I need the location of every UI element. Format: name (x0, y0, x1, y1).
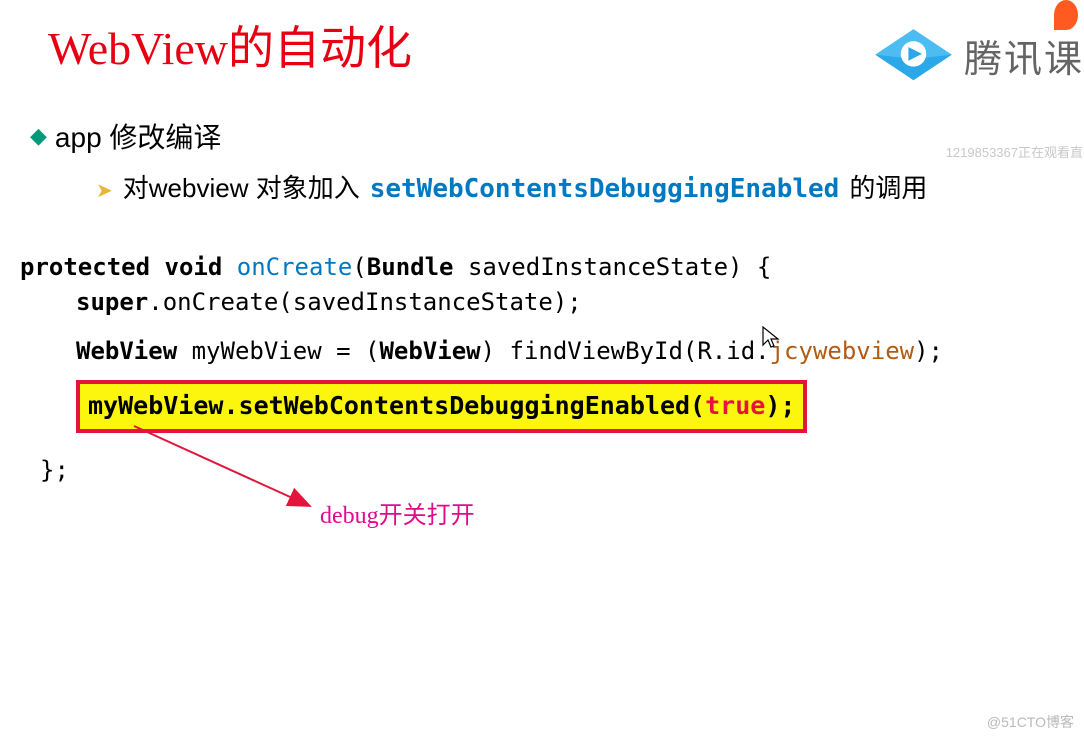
watermark-bottom: @51CTO博客 (987, 712, 1074, 732)
logo-text: 腾讯课 (964, 28, 1084, 83)
code-line-2: super.onCreate(savedInstanceState); (20, 285, 1084, 320)
highlighted-code-line: myWebView.setWebContentsDebuggingEnabled… (76, 380, 807, 432)
code-line-3: WebView myWebView = (WebView) findViewBy… (20, 334, 1084, 369)
tencent-logo: 腾讯课 (871, 25, 1084, 85)
bullet-level-2: ➤ 对webview 对象加入 setWebContentsDebuggingE… (0, 156, 1084, 205)
bullet-level-1: ◆ app 修改编译 (0, 78, 1084, 156)
play-icon (871, 25, 956, 85)
annotation-text: debug开关打开 (320, 495, 475, 530)
bullet1-text: app 修改编译 (55, 116, 222, 156)
chevron-right-icon: ➤ (96, 178, 113, 203)
diamond-bullet-icon: ◆ (30, 123, 47, 149)
bullet2-pre: 对webview 对象加入 (123, 168, 360, 205)
code-close: }; (20, 453, 1084, 488)
bullet2-code: setWebContentsDebuggingEnabled (370, 174, 840, 204)
red-badge-icon (1054, 0, 1078, 30)
watermark-top: 1219853367正在观看直 (946, 142, 1083, 161)
code-line-1: protected void onCreate(Bundle savedInst… (20, 250, 1084, 285)
bullet2-post: 的调用 (849, 168, 927, 205)
code-block: protected void onCreate(Bundle savedInst… (20, 250, 1084, 487)
